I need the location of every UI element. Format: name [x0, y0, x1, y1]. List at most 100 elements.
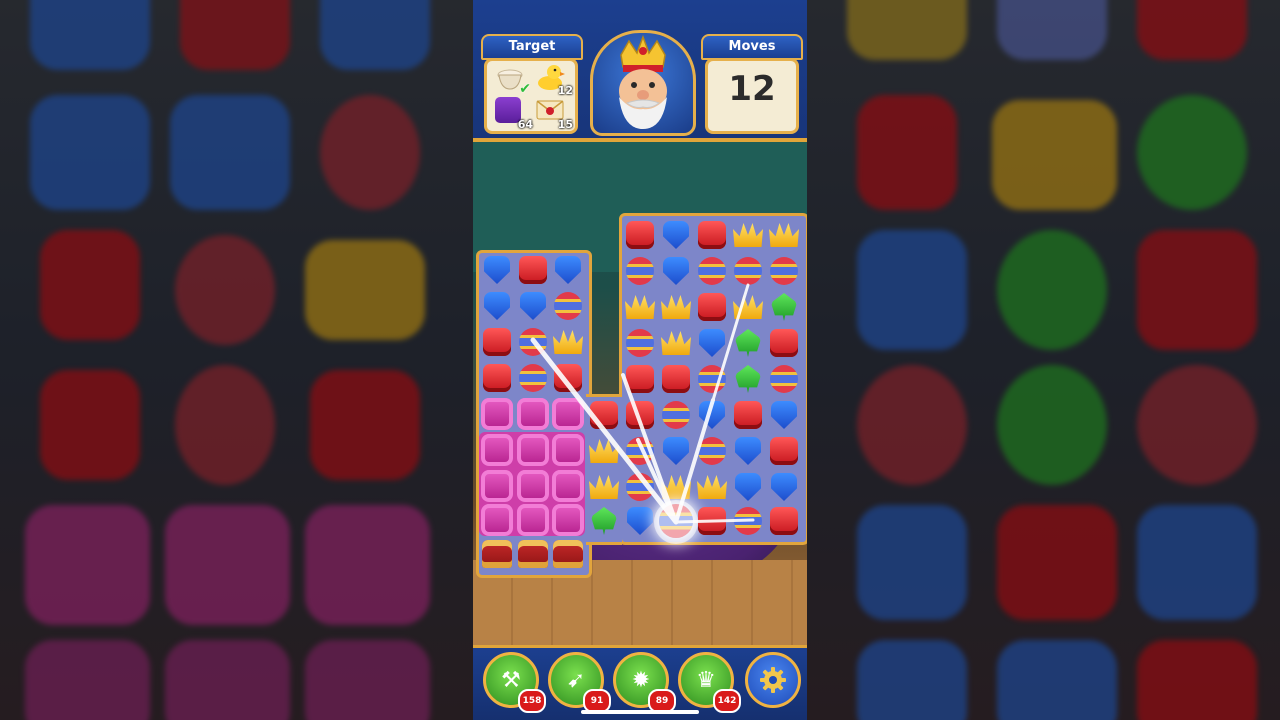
home-indicator[interactable]	[581, 710, 699, 714]
gem-red[interactable]	[766, 325, 802, 361]
gem-ball[interactable]	[658, 397, 694, 433]
gem-crown[interactable]	[730, 289, 766, 325]
gem-crown[interactable]	[658, 469, 694, 505]
top-hud: Target ✔ 12 64 15 Moves 12	[473, 0, 807, 142]
gem-blue[interactable]	[515, 288, 551, 324]
gem-crown[interactable]	[586, 433, 622, 469]
gem-ball[interactable]	[694, 433, 730, 469]
blurred-backdrop-left	[0, 0, 473, 720]
gem-blue[interactable]	[730, 469, 766, 505]
gem-ball[interactable]	[694, 361, 730, 397]
gem-crown[interactable]	[766, 217, 802, 253]
cannon-icon: ✹	[631, 667, 651, 693]
rainbow-ball-icon[interactable]	[658, 503, 694, 539]
jelly-tile[interactable]	[550, 432, 586, 468]
jester-count: 142	[713, 689, 741, 713]
gem-ball[interactable]	[622, 469, 658, 505]
gem-leaf[interactable]	[730, 325, 766, 361]
jelly-tile[interactable]	[515, 468, 551, 504]
jester-booster[interactable]: ♛ 142	[678, 652, 741, 713]
gem-red[interactable]	[550, 360, 586, 396]
pot-icon: ✔	[495, 65, 531, 97]
gem-crown[interactable]	[622, 289, 658, 325]
jelly-tile[interactable]	[550, 468, 586, 504]
king-avatar	[590, 30, 696, 136]
gem-red[interactable]	[586, 397, 622, 433]
gem-red[interactable]	[766, 433, 802, 469]
jelly-tile[interactable]	[515, 432, 551, 468]
gem-crown[interactable]	[694, 469, 730, 505]
gem-ball[interactable]	[515, 360, 551, 396]
gem-blue[interactable]	[766, 469, 802, 505]
gem-red[interactable]	[622, 397, 658, 433]
gem-ball[interactable]	[550, 288, 586, 324]
hammer-count: 158	[518, 689, 546, 713]
gem-ball[interactable]	[515, 324, 551, 360]
envelope-icon: 15	[535, 97, 573, 131]
gem-blue[interactable]	[658, 253, 694, 289]
jester-hat-icon: ♛	[696, 667, 716, 693]
jelly-tile[interactable]	[550, 396, 586, 432]
gem-blue[interactable]	[479, 252, 515, 288]
jelly-tile[interactable]	[550, 502, 586, 538]
game-screen: Target ✔ 12 64 15 Moves 12 ⚒ 158 ➹ 91 ✹ …	[473, 0, 807, 720]
gem-ball[interactable]	[766, 253, 802, 289]
arrow-booster[interactable]: ➹ 91	[548, 652, 611, 713]
gem-crown[interactable]	[586, 469, 622, 505]
chest-icon[interactable]	[515, 536, 551, 572]
blurred-backdrop-right	[807, 0, 1280, 720]
gem-blue[interactable]	[766, 397, 802, 433]
gem-blue[interactable]	[658, 433, 694, 469]
gem-red[interactable]	[479, 360, 515, 396]
target-panel: ✔ 12 64 15	[484, 58, 578, 134]
cannon-booster[interactable]: ✹ 89	[613, 652, 676, 713]
jelly-tile[interactable]	[479, 502, 515, 538]
gem-red[interactable]	[694, 217, 730, 253]
jelly-tile[interactable]	[479, 432, 515, 468]
gem-blue[interactable]	[622, 503, 658, 539]
gem-crown[interactable]	[658, 289, 694, 325]
gem-leaf[interactable]	[766, 289, 802, 325]
settings-button[interactable]	[745, 652, 801, 708]
gem-red[interactable]	[694, 503, 730, 539]
jelly-tile[interactable]	[479, 468, 515, 504]
gem-blue[interactable]	[730, 433, 766, 469]
target-label: Target	[481, 34, 583, 60]
gem-blue[interactable]	[658, 217, 694, 253]
moves-counter: 12	[728, 69, 776, 109]
gem-ball[interactable]	[694, 253, 730, 289]
gem-red[interactable]	[730, 397, 766, 433]
gem-blue[interactable]	[479, 288, 515, 324]
gem-red[interactable]	[622, 361, 658, 397]
gem-crown[interactable]	[550, 324, 586, 360]
gem-red[interactable]	[479, 324, 515, 360]
arrow-icon: ➹	[566, 667, 586, 693]
gem-crown[interactable]	[658, 325, 694, 361]
gem-leaf[interactable]	[586, 503, 622, 539]
jelly-tile[interactable]	[515, 396, 551, 432]
gem-red[interactable]	[766, 503, 802, 539]
booster-bar: ⚒ 158 ➹ 91 ✹ 89 ♛ 142	[473, 645, 807, 720]
purple-tile-icon: 64	[495, 97, 533, 131]
gem-ball[interactable]	[730, 503, 766, 539]
gem-blue[interactable]	[694, 325, 730, 361]
gem-red[interactable]	[622, 217, 658, 253]
gem-red[interactable]	[515, 252, 551, 288]
gem-ball[interactable]	[730, 253, 766, 289]
gem-crown[interactable]	[730, 217, 766, 253]
jelly-tile[interactable]	[515, 502, 551, 538]
hammer-booster[interactable]: ⚒ 158	[483, 652, 546, 713]
gem-ball[interactable]	[622, 325, 658, 361]
gem-red[interactable]	[658, 361, 694, 397]
chest-icon[interactable]	[550, 536, 586, 572]
gem-ball[interactable]	[622, 433, 658, 469]
jelly-tile[interactable]	[479, 396, 515, 432]
chest-icon[interactable]	[479, 536, 515, 572]
gem-ball[interactable]	[766, 361, 802, 397]
gem-ball[interactable]	[622, 253, 658, 289]
gem-blue[interactable]	[694, 397, 730, 433]
duck-icon: 12	[535, 63, 573, 97]
gem-blue[interactable]	[550, 252, 586, 288]
gem-leaf[interactable]	[730, 361, 766, 397]
gem-red[interactable]	[694, 289, 730, 325]
